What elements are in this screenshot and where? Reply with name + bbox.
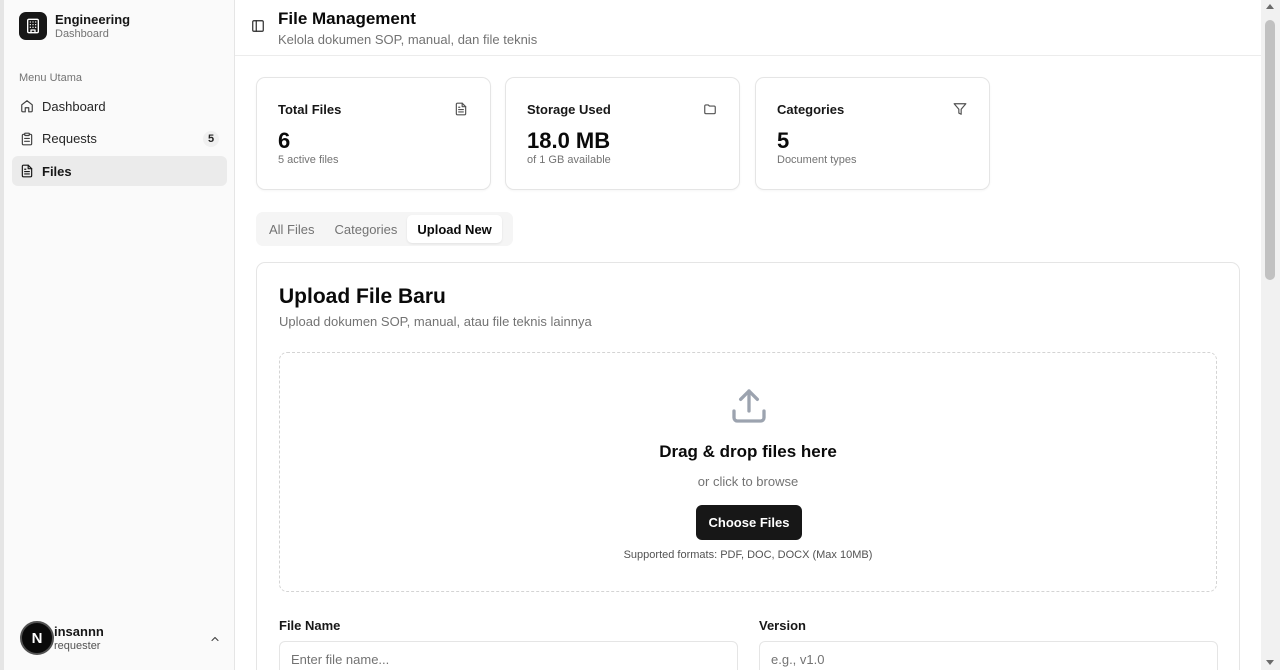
page-title: File Management [278,9,416,28]
sidebar: Engineering Dashboard Menu Utama Dashboa… [4,0,235,670]
stat-value: 18.0 MB [527,128,611,153]
version-label: Version [759,618,806,633]
sidebar-item-label: Requests [42,131,97,146]
stat-card-total-files: Total Files 6 5 active files [256,77,491,190]
stat-description: of 1 GB available [527,154,611,166]
brand-subtitle: Dashboard [55,27,109,40]
stat-label: Storage Used [527,102,611,117]
stat-value: 6 [278,128,291,153]
tab-all-files[interactable]: All Files [259,215,325,243]
file-icon [20,164,34,178]
scroll-down-arrow-icon[interactable] [1266,660,1274,665]
requests-count-badge: 5 [203,130,219,147]
menu-group-label: Menu Utama [19,72,82,84]
version-input[interactable] [759,641,1218,670]
sidebar-item-label: Dashboard [42,98,106,114]
folder-icon [703,102,717,116]
tab-upload-new[interactable]: Upload New [407,215,502,243]
stat-card-storage: Storage Used 18.0 MB of 1 GB available [505,77,740,190]
file-name-label: File Name [279,618,341,633]
upload-title: Upload File Baru [279,285,446,308]
dropzone-subtitle: or click to browse [697,474,799,489]
stat-description: Document types [777,154,857,166]
dropzone-title: Drag & drop files here [659,442,837,461]
sidebar-item-files[interactable]: Files [12,156,227,186]
stat-label: Total Files [278,102,342,117]
scroll-up-arrow-icon[interactable] [1266,4,1274,9]
stat-label: Categories [777,102,845,117]
user-name: insannn [54,623,104,639]
tab-categories[interactable]: Categories [325,215,408,243]
upload-icon [729,386,769,426]
upload-subtitle: Upload dokumen SOP, manual, atau file te… [279,314,592,329]
chevron-up-icon [209,632,221,650]
user-menu[interactable]: N insannn requester [20,620,225,656]
sidebar-item-requests[interactable]: Requests 5 [12,124,227,154]
tab-list: All Files Categories Upload New [256,212,513,246]
scrollbar-thumb[interactable] [1265,20,1275,280]
brand[interactable]: Engineering Dashboard [19,12,130,40]
sidebar-item-label: Files [42,163,72,179]
choose-files-button[interactable]: Choose Files [696,505,802,540]
sidebar-nav: Dashboard Requests 5 Files [12,91,227,189]
stat-description: 5 active files [278,154,339,166]
file-dropzone[interactable]: Drag & drop files here or click to brows… [279,352,1217,592]
user-role: requester [54,639,101,652]
clipboard-icon [20,132,34,146]
stat-card-categories: Categories 5 Document types [755,77,990,190]
file-icon [454,102,468,116]
stat-value: 5 [777,128,790,153]
home-icon [20,99,34,113]
sidebar-item-dashboard[interactable]: Dashboard [12,91,227,121]
page-subtitle: Kelola dokumen SOP, manual, dan file tek… [278,32,538,47]
avatar: N [20,621,54,655]
sidebar-toggle-icon[interactable] [251,19,265,33]
file-name-input[interactable] [279,641,738,670]
filter-icon [953,102,967,116]
brand-title: Engineering [55,11,131,27]
page-header: File Management Kelola dokumen SOP, manu… [235,0,1261,56]
building-icon [19,12,47,40]
upload-card: Upload File Baru Upload dokumen SOP, man… [256,262,1240,670]
supported-formats: Supported formats: PDF, DOC, DOCX (Max 1… [623,549,873,561]
page-scrollbar[interactable] [1261,0,1280,670]
